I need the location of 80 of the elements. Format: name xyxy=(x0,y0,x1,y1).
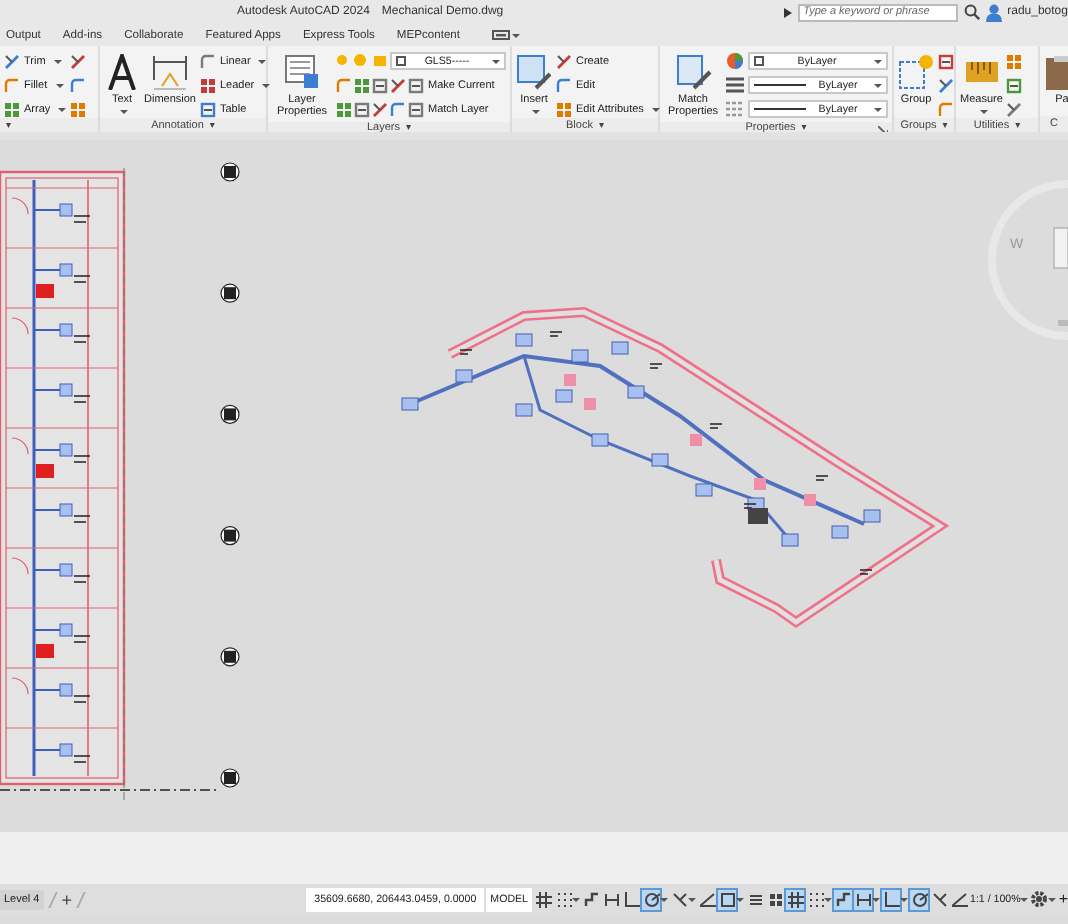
tool-icon-button[interactable] xyxy=(1006,76,1023,94)
status-toggle-button[interactable] xyxy=(602,889,620,909)
tool-icon xyxy=(4,53,20,69)
layer-tool-button[interactable] xyxy=(372,100,388,118)
tool-icon xyxy=(4,101,20,117)
caret-icon[interactable] xyxy=(1020,897,1029,901)
text-icon xyxy=(104,54,140,90)
insert-icon xyxy=(516,54,552,90)
status-toggle-button[interactable] xyxy=(698,889,716,909)
tool-icon-button[interactable] xyxy=(70,76,87,94)
expand-icon[interactable] xyxy=(783,7,792,17)
tool-icon xyxy=(199,77,216,93)
customize-button[interactable]: + xyxy=(1058,891,1068,907)
layer-tool-button[interactable] xyxy=(354,100,370,118)
caret-icon[interactable] xyxy=(1048,897,1057,901)
settings-icon[interactable] xyxy=(1030,890,1049,908)
tool-icon xyxy=(70,53,87,69)
tool-icon xyxy=(556,53,572,69)
tool-icon xyxy=(199,53,216,69)
status-toggle-button[interactable] xyxy=(766,889,784,909)
status-toggle-button[interactable] xyxy=(910,889,928,909)
status-toggle-button[interactable] xyxy=(746,889,764,909)
add-layout-button[interactable]: + xyxy=(61,891,73,907)
group-icon xyxy=(898,54,934,90)
tool-icon xyxy=(1006,101,1023,117)
status-toggle-button[interactable] xyxy=(582,889,600,909)
caret-icon[interactable] xyxy=(736,897,744,901)
tool-icon xyxy=(938,77,954,93)
status-toggle-button[interactable] xyxy=(622,889,640,909)
tool-icon-button[interactable] xyxy=(1006,100,1023,118)
linetype-icon xyxy=(726,76,744,94)
grid-marker-icon xyxy=(220,768,240,788)
caret-icon[interactable] xyxy=(572,897,580,901)
match-properties-icon xyxy=(675,54,711,90)
tool-icon-button[interactable] xyxy=(938,52,954,70)
status-toggle-button[interactable] xyxy=(642,889,660,909)
user-icon xyxy=(985,3,1002,21)
layer-tool-button[interactable] xyxy=(390,76,406,94)
layer-tool-button[interactable] xyxy=(390,100,406,118)
status-toggle-button[interactable] xyxy=(786,889,804,909)
grid-marker-icon xyxy=(220,647,240,667)
tool-icon xyxy=(1006,53,1023,69)
layer-tool-button[interactable] xyxy=(372,76,388,94)
status-toggle-button[interactable] xyxy=(534,889,552,909)
status-toggle-button[interactable] xyxy=(554,889,572,909)
caret-icon[interactable] xyxy=(688,897,696,901)
status-toggle-button[interactable] xyxy=(854,889,872,909)
layer-state-icon xyxy=(336,52,388,70)
dialog-launcher-icon[interactable] xyxy=(878,125,888,132)
color-wheel-icon xyxy=(726,52,744,70)
tool-icon xyxy=(70,101,87,117)
tool-icon-button[interactable] xyxy=(938,76,954,94)
tool-icon xyxy=(556,101,572,117)
tool-icon xyxy=(199,101,216,117)
status-toggle-button[interactable] xyxy=(670,889,688,909)
dimension-icon xyxy=(151,54,188,90)
tool-icon xyxy=(938,101,954,117)
grid-marker-icon xyxy=(220,404,240,424)
lineweight-icon xyxy=(726,100,744,118)
layer-tool-button[interactable] xyxy=(354,76,370,94)
layer-properties-icon xyxy=(284,54,320,90)
tool-icon xyxy=(70,77,87,93)
tool-icon xyxy=(938,53,954,69)
status-toggle-button[interactable] xyxy=(806,889,824,909)
grid-marker-icon xyxy=(220,162,240,182)
tool-icon xyxy=(4,77,20,93)
status-toggle-button[interactable] xyxy=(718,889,736,909)
layer-tool-button[interactable] xyxy=(336,100,352,118)
status-toggle-button[interactable] xyxy=(882,889,900,909)
panel-toggle-button[interactable] xyxy=(492,30,520,40)
status-toggle-button[interactable] xyxy=(834,889,852,909)
grid-marker-icon xyxy=(220,526,240,546)
grid-marker-icon xyxy=(220,283,240,303)
tool-icon-button[interactable] xyxy=(70,52,87,70)
search-icon[interactable] xyxy=(963,4,980,20)
status-toggle-button[interactable] xyxy=(930,889,948,909)
status-toggle-button[interactable] xyxy=(950,889,968,909)
caret-icon[interactable] xyxy=(660,897,668,901)
tool-icon xyxy=(556,77,572,93)
tool-icon xyxy=(1006,77,1023,93)
